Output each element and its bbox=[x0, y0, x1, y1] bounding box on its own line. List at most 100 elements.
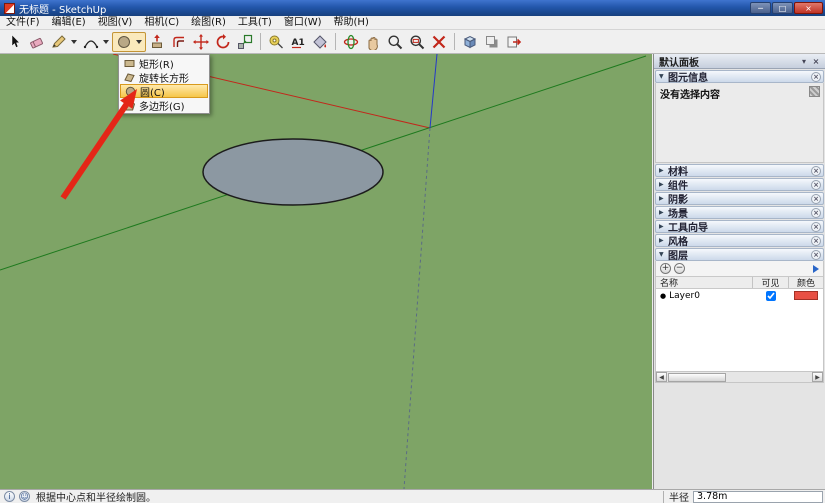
menu-item-polygon[interactable]: 多边形(G) bbox=[120, 98, 208, 112]
layers-column-headers: 名称 可见 颜色 bbox=[656, 276, 823, 289]
scrollbar-thumb[interactable] bbox=[668, 373, 726, 382]
menu-item-window[interactable]: 窗口(W) bbox=[278, 16, 328, 30]
menu-item-help[interactable]: 帮助(H) bbox=[328, 16, 375, 30]
section-close-icon[interactable]: × bbox=[811, 180, 821, 190]
tray-empty-area bbox=[654, 383, 825, 489]
shapes-flyout-menu: 矩形(R) 旋转长方形 圆(C) 多边形(G) bbox=[118, 54, 210, 114]
maximize-button[interactable]: □ bbox=[772, 2, 793, 14]
main-canvas[interactable] bbox=[0, 54, 652, 489]
title-bar: 无标题 - SketchUp ─ □ × bbox=[0, 0, 825, 16]
layer-detail-arrow-icon[interactable] bbox=[813, 265, 819, 273]
status-hint-text: 根据中心点和半径绘制圆。 bbox=[36, 489, 658, 503]
export-tool-button[interactable] bbox=[503, 32, 525, 52]
eraser-tool-button[interactable] bbox=[26, 32, 48, 52]
section-styles[interactable]: ▶ 风格 × bbox=[655, 234, 824, 247]
scroll-right-button[interactable]: ▶ bbox=[812, 372, 823, 382]
collapsed-arrow-icon: ▶ bbox=[659, 195, 668, 202]
section-instructor[interactable]: ▶ 工具向导 × bbox=[655, 220, 824, 233]
layer-visible-checkbox[interactable] bbox=[766, 291, 776, 301]
current-layer-radio-icon[interactable]: ● bbox=[660, 292, 666, 300]
section-label: 工具向导 bbox=[668, 219, 708, 234]
scale-tool-button[interactable] bbox=[234, 32, 256, 52]
section-components[interactable]: ▶ 组件 × bbox=[655, 178, 824, 191]
pan-tool-button[interactable] bbox=[362, 32, 384, 52]
menu-item-draw[interactable]: 绘图(R) bbox=[185, 16, 232, 30]
text-tool-button[interactable]: A1 bbox=[287, 32, 309, 52]
orbit-tool-button[interactable] bbox=[340, 32, 362, 52]
section-materials[interactable]: ▶ 材料 × bbox=[655, 164, 824, 177]
column-visible[interactable]: 可见 bbox=[753, 277, 789, 288]
collapsed-arrow-icon: ▶ bbox=[659, 237, 668, 244]
pushpull-tool-button[interactable] bbox=[146, 32, 168, 52]
zoom-icon bbox=[387, 34, 403, 50]
menu-item-edit[interactable]: 编辑(E) bbox=[46, 16, 92, 30]
select-tool-button[interactable] bbox=[4, 32, 26, 52]
close-x: × bbox=[813, 167, 819, 175]
circle-tool-button[interactable] bbox=[113, 32, 135, 52]
default-tray-panel: 默认面板 ▾ × ▼ 图元信息 × 没有选择内容 ▶ 材料 × ▶ 组件 × ▶… bbox=[653, 54, 825, 489]
column-name[interactable]: 名称 bbox=[656, 277, 753, 288]
close-button[interactable]: × bbox=[794, 2, 823, 14]
details-toggle-icon[interactable] bbox=[809, 86, 820, 97]
layer-row[interactable]: ● Layer0 bbox=[656, 289, 823, 302]
chevron-down-icon[interactable] bbox=[103, 40, 109, 44]
menu-item-view[interactable]: 视图(V) bbox=[92, 16, 139, 30]
styles-tool-button[interactable] bbox=[459, 32, 481, 52]
entity-info-header[interactable]: ▼ 图元信息 × bbox=[655, 70, 824, 83]
column-color[interactable]: 颜色 bbox=[789, 277, 823, 288]
collapsed-arrow-icon: ▶ bbox=[659, 181, 668, 188]
remove-layer-button[interactable]: − bbox=[674, 263, 685, 274]
scroll-left-button[interactable]: ◀ bbox=[656, 372, 667, 382]
drawing-viewport[interactable] bbox=[0, 54, 652, 489]
rotate-tool-button[interactable] bbox=[212, 32, 234, 52]
collapsed-arrow-icon: ▶ bbox=[659, 223, 668, 230]
section-close-icon[interactable]: × bbox=[811, 236, 821, 246]
layers-list-empty-area bbox=[656, 302, 823, 371]
section-close-icon[interactable]: × bbox=[811, 222, 821, 232]
add-layer-button[interactable]: + bbox=[660, 263, 671, 274]
zoom-window-tool-button[interactable] bbox=[406, 32, 428, 52]
styles-cube-icon bbox=[462, 34, 478, 50]
zoom-tool-button[interactable] bbox=[384, 32, 406, 52]
paint-bucket-tool-button[interactable] bbox=[309, 32, 331, 52]
tray-menu-icon[interactable]: ▾ bbox=[798, 57, 810, 66]
geolocation-icon[interactable]: i bbox=[4, 491, 15, 502]
pencil-icon bbox=[51, 34, 67, 50]
menu-item-file[interactable]: 文件(F) bbox=[0, 16, 46, 30]
menu-item-circle[interactable]: 圆(C) bbox=[120, 84, 208, 98]
layer-color-swatch[interactable] bbox=[794, 291, 818, 300]
layer-controls: + − bbox=[656, 261, 823, 276]
section-close-icon[interactable]: × bbox=[811, 250, 821, 260]
section-scenes[interactable]: ▶ 场景 × bbox=[655, 206, 824, 219]
chevron-down-icon[interactable] bbox=[136, 40, 142, 44]
move-tool-button[interactable] bbox=[190, 32, 212, 52]
section-label: 场景 bbox=[668, 205, 688, 220]
close-x: × bbox=[813, 195, 819, 203]
menu-item-tools[interactable]: 工具(T) bbox=[232, 16, 278, 30]
rotated-rectangle-icon bbox=[123, 72, 135, 83]
tape-measure-tool-button[interactable] bbox=[265, 32, 287, 52]
eraser-icon bbox=[29, 34, 45, 50]
tray-close-icon[interactable]: × bbox=[810, 57, 822, 66]
layers-header[interactable]: ▼ 图层 × bbox=[655, 248, 824, 261]
zoom-extents-tool-button[interactable] bbox=[428, 32, 450, 52]
section-close-icon[interactable]: × bbox=[811, 72, 821, 82]
minimize-button[interactable]: ─ bbox=[750, 2, 771, 14]
radius-input[interactable] bbox=[693, 491, 823, 503]
collapsed-arrow-icon: ▶ bbox=[659, 209, 668, 216]
arc-tool-button[interactable] bbox=[80, 32, 102, 52]
section-shadows[interactable]: ▶ 阴影 × bbox=[655, 192, 824, 205]
shadows-tool-button[interactable] bbox=[481, 32, 503, 52]
chevron-down-icon[interactable] bbox=[71, 40, 77, 44]
layers-horizontal-scrollbar[interactable]: ◀ ▶ bbox=[656, 371, 823, 382]
offset-tool-button[interactable] bbox=[168, 32, 190, 52]
menu-item-camera[interactable]: 相机(C) bbox=[138, 16, 185, 30]
section-close-icon[interactable]: × bbox=[811, 208, 821, 218]
section-close-icon[interactable]: × bbox=[811, 166, 821, 176]
menu-item-rotated-rectangle[interactable]: 旋转长方形 bbox=[120, 70, 208, 84]
line-tool-button[interactable] bbox=[48, 32, 70, 52]
maximize-icon: □ bbox=[779, 4, 787, 13]
menu-item-rectangle[interactable]: 矩形(R) bbox=[120, 56, 208, 70]
section-close-icon[interactable]: × bbox=[811, 194, 821, 204]
credits-icon[interactable]: ☺ bbox=[19, 491, 30, 502]
